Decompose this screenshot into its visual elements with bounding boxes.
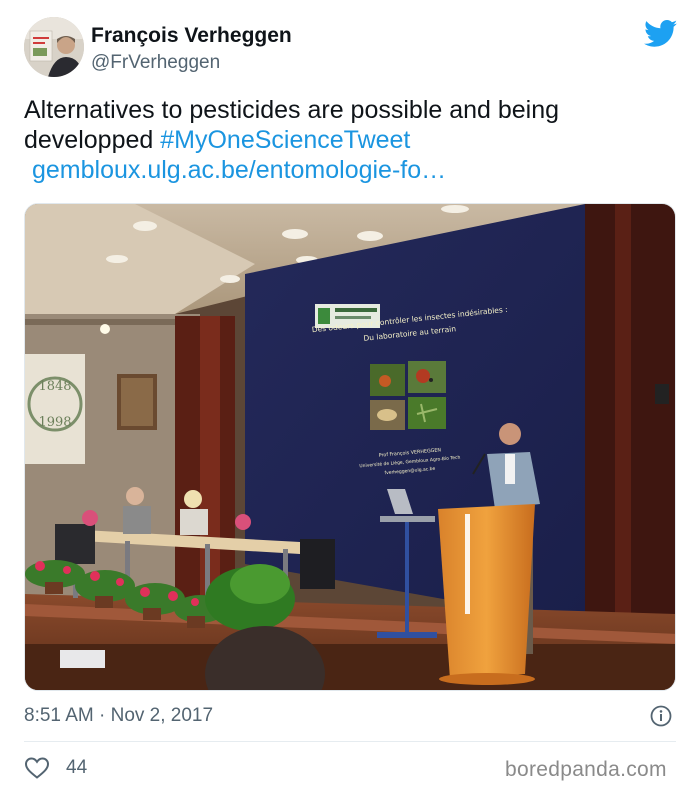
avatar-image (24, 17, 84, 77)
author-handle[interactable]: @FrVerheggen (91, 51, 220, 75)
like-button[interactable]: 44 (24, 755, 87, 781)
boredpanda-watermark: boredpanda.com (505, 758, 667, 781)
conference-photo: 1848 1998 Des odeurs pour contrôler les … (25, 204, 675, 690)
tweet-photo[interactable]: 1848 1998 Des odeurs pour contrôler les … (24, 203, 676, 691)
author-avatar[interactable] (24, 17, 84, 77)
like-count: 44 (66, 757, 88, 778)
tweet-text: Alternatives to pesticides are possible … (24, 95, 674, 185)
tweet-timestamp[interactable]: 8:51 AM · Nov 2, 2017 (24, 703, 213, 729)
footer-divider (24, 741, 676, 742)
heart-icon (24, 757, 50, 779)
info-icon[interactable] (650, 705, 672, 727)
banner-year-bottom: 1998 (38, 415, 71, 430)
twitter-bird-icon[interactable] (644, 20, 678, 48)
tweet-card: François Verheggen @FrVerheggen Alternat… (0, 0, 700, 795)
hashtag-link[interactable]: #MyOneScienceTweet (160, 126, 410, 154)
url-link[interactable]: gembloux.ulg.ac.be/entomologie-fo… (24, 155, 674, 185)
banner-year-top: 1848 (38, 379, 71, 394)
author-name[interactable]: François Verheggen (91, 23, 292, 49)
